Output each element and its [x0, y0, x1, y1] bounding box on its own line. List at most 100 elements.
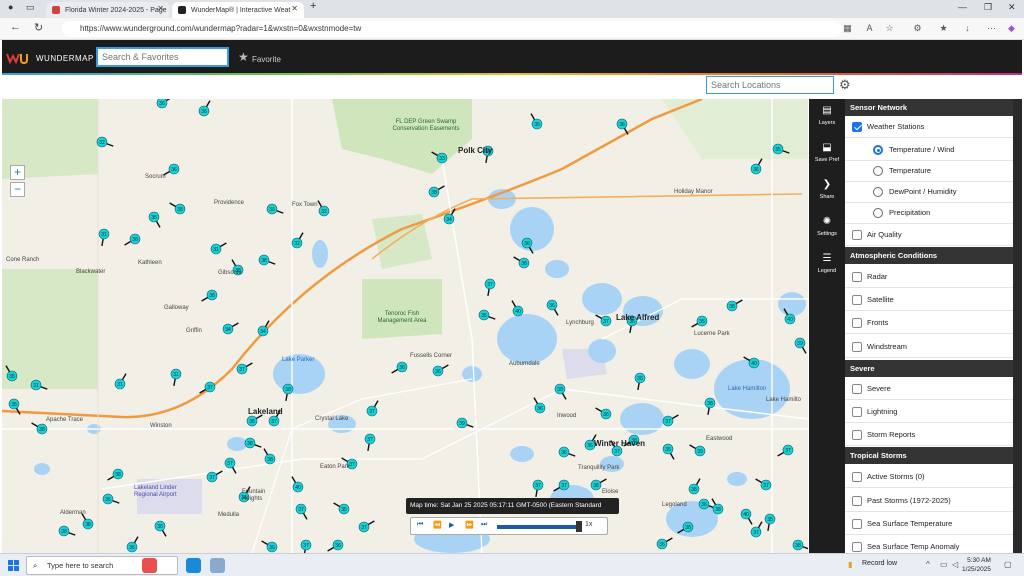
windstream-option[interactable]: Windstream: [845, 336, 1013, 358]
tab-actions-icon[interactable]: ▭: [26, 2, 35, 13]
weather-station-marker[interactable]: 40: [743, 356, 760, 369]
favorite-star-icon[interactable]: ☆: [884, 23, 895, 34]
weather-station-marker[interactable]: 36: [595, 407, 612, 420]
weather-station-marker[interactable]: 37: [777, 444, 794, 457]
taskbar-clock[interactable]: 5:30 AM 1/25/2025: [962, 556, 991, 574]
search-highlight-icon[interactable]: [142, 558, 157, 573]
weather-station-marker[interactable]: 37: [206, 470, 223, 483]
network-icon[interactable]: ▭: [940, 560, 948, 569]
close-window-icon[interactable]: ✕: [1008, 2, 1016, 13]
fronts-checkbox[interactable]: [852, 318, 862, 328]
air-quality-checkbox[interactable]: [852, 230, 862, 240]
weather-station-marker[interactable]: 38: [711, 498, 724, 515]
weather-station-marker[interactable]: 36: [261, 540, 278, 553]
weather-station-marker[interactable]: 38: [246, 414, 263, 427]
profile-icon[interactable]: ●: [8, 2, 13, 12]
weather-station-marker[interactable]: 38: [31, 422, 48, 435]
precipitation-radio[interactable]: [873, 208, 883, 218]
sea-surface-anomaly-checkbox[interactable]: [852, 542, 862, 552]
back-icon[interactable]: ←: [10, 21, 21, 33]
weather-station-marker[interactable]: 35: [691, 315, 708, 328]
more-icon[interactable]: ⋯: [986, 23, 997, 34]
weather-station-marker[interactable]: 36: [102, 493, 120, 505]
sea-surface-anomaly-option[interactable]: Sea Surface Temp Anomaly: [845, 536, 1013, 553]
weather-station-marker[interactable]: 37: [199, 381, 216, 394]
weather-station-marker[interactable]: 37: [224, 457, 237, 474]
air-quality-option[interactable]: Air Quality: [845, 224, 1013, 246]
weather-station-marker[interactable]: 38: [58, 525, 76, 537]
animation-slider[interactable]: [497, 525, 579, 529]
weather-station-marker[interactable]: 39: [689, 444, 706, 457]
weather-station-marker[interactable]: 38: [201, 289, 218, 302]
weather-station-marker[interactable]: 36: [432, 364, 449, 377]
weather-station-marker[interactable]: 36: [616, 118, 629, 135]
tab-wundermap[interactable]: WunderMap® | Interactive Weat ✕: [172, 2, 304, 18]
weather-station-marker[interactable]: 36: [126, 536, 139, 553]
weather-stations-option[interactable]: Weather Stations: [845, 116, 1013, 138]
weather-station-marker[interactable]: 38: [704, 397, 716, 415]
dewpoint-humidity-option[interactable]: DewPoint / Humidity: [845, 181, 1013, 203]
rewind-icon[interactable]: ⏪: [433, 521, 442, 529]
refresh-icon[interactable]: ↻: [34, 21, 43, 34]
favorites-search-input[interactable]: [96, 47, 229, 67]
weather-station-marker[interactable]: 35: [662, 443, 675, 460]
weather-station-marker[interactable]: 35: [530, 113, 543, 130]
weather-station-marker[interactable]: 40: [291, 476, 304, 493]
weather-station-marker[interactable]: 36: [656, 537, 673, 550]
weather-station-marker[interactable]: 36: [546, 299, 559, 316]
lightning-checkbox[interactable]: [852, 407, 862, 417]
weather-station-marker[interactable]: 38: [428, 185, 445, 198]
weather-station-marker[interactable]: 38: [263, 448, 276, 465]
weather-station-marker[interactable]: 38: [244, 437, 262, 449]
dewpoint-humidity-radio[interactable]: [873, 187, 883, 197]
weather-station-marker[interactable]: 35: [333, 502, 350, 515]
radar-checkbox[interactable]: [852, 272, 862, 282]
weather-icon[interactable]: ▮: [848, 560, 852, 569]
weather-station-marker[interactable]: 37: [484, 278, 496, 296]
app-icon[interactable]: [210, 558, 225, 573]
favorite-star-icon[interactable]: ★: [238, 50, 249, 64]
save-pref-button[interactable]: ⬓ Save Pref: [809, 136, 845, 173]
weather-station-marker[interactable]: 35: [8, 398, 21, 415]
wu-logo-icon[interactable]: [6, 52, 28, 64]
weather-station-marker[interactable]: 37: [755, 478, 772, 491]
weather-station-marker[interactable]: 36: [198, 100, 211, 117]
weather-station-marker[interactable]: 37: [358, 520, 375, 533]
weather-station-layer[interactable]: 36 36 32 35 36 33 36 36 38 34 36 32 35 38 31 38 31 32 38 38…: [2, 99, 808, 553]
weather-station-marker[interactable]: 39: [794, 337, 807, 354]
downloads-icon[interactable]: ↓: [962, 23, 973, 34]
weather-station-marker[interactable]: 36: [521, 237, 534, 254]
panel-scrollbar[interactable]: [1013, 99, 1022, 553]
storm-reports-checkbox[interactable]: [852, 430, 862, 440]
weather-station-marker[interactable]: 38: [169, 202, 186, 215]
weather-station-marker[interactable]: 31: [98, 228, 110, 246]
fast-forward-icon[interactable]: ⏩: [465, 521, 474, 529]
weather-station-marker[interactable]: 38: [726, 299, 743, 312]
weather-station-marker[interactable]: 38: [124, 233, 141, 246]
close-tab-icon[interactable]: ✕: [157, 4, 164, 13]
weather-station-marker[interactable]: 38: [792, 539, 808, 551]
weather-station-marker[interactable]: 36: [156, 99, 172, 109]
play-icon[interactable]: ▶: [449, 521, 454, 529]
weather-station-marker[interactable]: 32: [317, 200, 330, 217]
weather-station-marker[interactable]: 38: [513, 256, 530, 269]
weather-station-marker[interactable]: 31: [170, 368, 182, 386]
legend-button[interactable]: ☰ Legend: [809, 247, 845, 284]
favorite-button[interactable]: Favorite: [252, 55, 281, 64]
url-field[interactable]: https://www.wunderground.com/wundermap?r…: [62, 21, 842, 37]
weather-station-marker[interactable]: 34: [443, 208, 456, 225]
skip-back-icon[interactable]: ⏮: [417, 521, 423, 529]
weather-station-marker[interactable]: 34: [222, 322, 239, 335]
sea-surface-temp-checkbox[interactable]: [852, 519, 862, 529]
past-storms-option[interactable]: Past Storms (1972-2025): [845, 490, 1013, 512]
skip-forward-icon[interactable]: ⏭: [481, 521, 487, 529]
weather-station-marker[interactable]: 35: [148, 211, 161, 228]
temperature-option[interactable]: Temperature: [845, 160, 1013, 182]
weather-station-marker[interactable]: 37: [295, 503, 308, 520]
satellite-checkbox[interactable]: [852, 295, 862, 305]
temperature-radio[interactable]: [873, 166, 883, 176]
radar-option[interactable]: Radar: [845, 266, 1013, 288]
storm-reports-option[interactable]: Storm Reports: [845, 424, 1013, 446]
weather-station-marker[interactable]: 38: [554, 383, 567, 400]
weather-station-marker[interactable]: 40: [783, 308, 796, 325]
